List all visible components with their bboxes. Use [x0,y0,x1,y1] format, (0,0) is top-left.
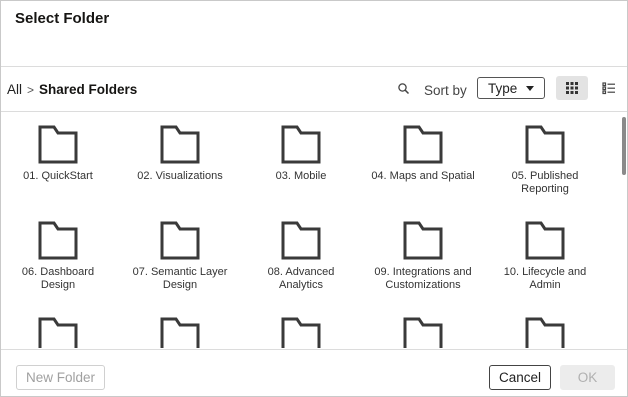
folder-icon [1,220,117,260]
folder-label-line2: Analytics [278,279,324,291]
folder-label-line2: Design [40,279,76,291]
breadcrumb: All > Shared Folders [7,82,137,97]
folder-tile[interactable] [121,316,239,348]
folder-label-line1: 07. Semantic Layer [132,266,228,278]
folder-icon [242,124,360,164]
folder-label: 05. Published Reporting [486,170,604,196]
list-view-icon [602,82,615,95]
folder-label-line1: 06. Dashboard [21,266,95,278]
folder-grid: 01. QuickStart 02. Visualizations 03. Mobi… [1,112,619,348]
folder-icon [121,124,239,164]
list-view-button[interactable] [596,76,622,100]
folder-tile[interactable] [242,316,360,348]
folder-tile[interactable]: 09. Integrations and Customizations [364,220,482,292]
new-folder-button[interactable]: New Folder [16,365,105,390]
sort-by-label: Sort by [424,83,467,98]
folder-label-line1: 02. Visualizations [137,170,223,182]
folder-icon [242,220,360,260]
folder-tile[interactable]: 06. Dashboard Design [1,220,117,292]
folder-icon [486,124,604,164]
breadcrumb-separator: > [27,82,35,97]
folder-label: 10. Lifecycle and Admin [486,266,604,292]
folder-label: 07. Semantic Layer Design [121,266,239,292]
folder-icon [364,316,482,348]
folder-label: 09. Integrations and Customizations [364,266,482,292]
folder-label: 01. QuickStart [1,170,117,183]
folder-tile[interactable]: 02. Visualizations [121,124,239,183]
folder-tile[interactable]: 01. QuickStart [1,124,117,183]
folder-label-line2: Design [162,279,198,291]
footer-divider [1,349,627,350]
folder-tile[interactable]: 07. Semantic Layer Design [121,220,239,292]
cancel-button[interactable]: Cancel [489,365,551,390]
folder-tile[interactable]: 08. Advanced Analytics [242,220,360,292]
folder-icon [121,220,239,260]
folder-label: 03. Mobile [242,170,360,183]
folder-tile[interactable]: 03. Mobile [242,124,360,183]
grid-view-icon [566,82,578,94]
folder-label: 06. Dashboard Design [1,266,117,292]
breadcrumb-all-link[interactable]: All [7,82,22,97]
folder-label-line1: 01. QuickStart [23,170,93,182]
folder-tile[interactable] [486,316,604,348]
folder-icon [242,316,360,348]
folder-tile[interactable]: 05. Published Reporting [486,124,604,196]
folder-label-line2: Reporting [521,183,569,195]
folder-label: 08. Advanced Analytics [242,266,360,292]
ok-button[interactable]: OK [560,365,615,390]
folder-icon [364,220,482,260]
folder-label: 04. Maps and Spatial [364,170,482,183]
select-folder-dialog: Select Folder All > Shared Folders Sort … [0,0,628,397]
folder-tile[interactable] [1,316,117,348]
folder-label-line1: 03. Mobile [275,170,327,182]
breadcrumb-current: Shared Folders [39,82,138,97]
folder-icon [486,220,604,260]
folder-tile[interactable]: 10. Lifecycle and Admin [486,220,604,292]
folder-icon [486,316,604,348]
folder-label-line1: 05. Published [511,170,579,182]
folder-label-line1: 08. Advanced [267,266,335,278]
folder-tile[interactable]: 04. Maps and Spatial [364,124,482,183]
search-icon[interactable] [396,81,412,97]
folder-label: 02. Visualizations [121,170,239,183]
sort-by-select[interactable]: Type [477,77,545,99]
folder-label-line1: 10. Lifecycle and [503,266,587,278]
chevron-down-icon [526,86,534,91]
folder-label-line2: Admin [529,279,561,291]
sort-by-value: Type [488,81,518,96]
folder-icon [1,316,117,348]
folder-icon [1,124,117,164]
toolbar: All > Shared Folders Sort by Type [1,66,627,111]
folder-tile[interactable] [364,316,482,348]
folder-label-line1: 09. Integrations and [374,266,472,278]
vertical-scrollbar[interactable] [622,117,626,175]
folder-label-line2: Customizations [385,279,461,291]
folder-label-line1: 04. Maps and Spatial [371,170,475,182]
folder-icon [121,316,239,348]
dialog-title: Select Folder [15,10,110,27]
folder-icon [364,124,482,164]
grid-view-button[interactable] [556,76,588,100]
